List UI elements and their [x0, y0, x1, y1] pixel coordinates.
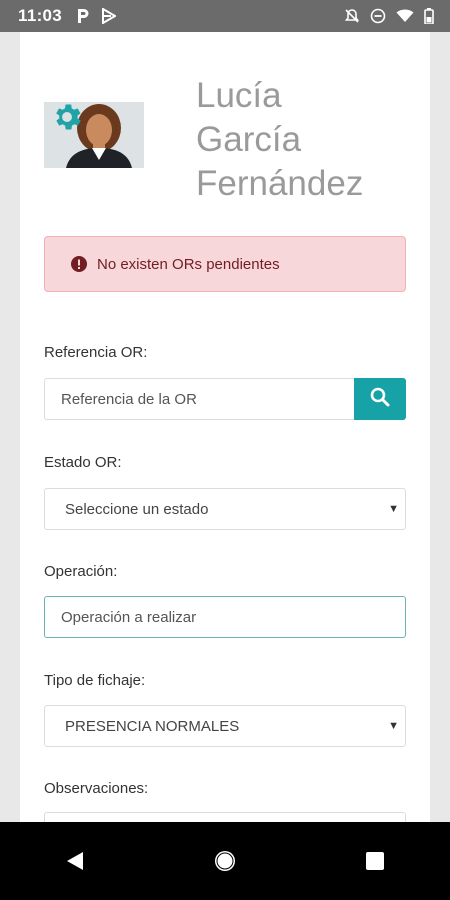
tipo-fichaje-value: PRESENCIA NORMALES: [65, 717, 240, 735]
search-icon: [370, 387, 390, 412]
estado-label: Estado OR:: [44, 454, 122, 471]
tipo-fichaje-label: Tipo de fichaje:: [44, 672, 146, 689]
settings-gear-icon[interactable]: [50, 100, 84, 134]
name-line-2: García: [196, 120, 302, 159]
recents-button[interactable]: [355, 841, 395, 881]
do-not-disturb-icon: [370, 8, 386, 24]
navigation-bar: [0, 822, 450, 900]
referencia-search-group: Referencia de la OR: [44, 378, 406, 420]
name-line-1: Lucía: [196, 76, 282, 115]
recents-square-icon: [366, 852, 384, 870]
back-button[interactable]: [55, 841, 95, 881]
wifi-icon: [396, 9, 414, 23]
observaciones-label: Observaciones:: [44, 780, 149, 797]
notifications-off-icon: [344, 8, 360, 24]
observaciones-textarea[interactable]: [44, 812, 406, 822]
search-button[interactable]: [354, 378, 406, 420]
status-bar: 11:03: [0, 0, 450, 32]
parking-icon: [76, 8, 90, 24]
alert-message: No existen ORs pendientes: [97, 255, 280, 273]
estado-select-value: Seleccione un estado: [65, 500, 209, 518]
play-store-icon: [102, 8, 117, 24]
home-button[interactable]: [205, 841, 245, 881]
operacion-label: Operación:: [44, 563, 118, 580]
chevron-down-icon: ▼: [388, 503, 399, 515]
back-triangle-icon: [67, 852, 83, 870]
app-content: Lucía García Fernández No existen ORs pe…: [20, 32, 430, 822]
status-time: 11:03: [18, 6, 63, 25]
referencia-label: Referencia OR:: [44, 344, 148, 361]
exclamation-circle-icon: [71, 256, 87, 272]
tipo-fichaje-select[interactable]: PRESENCIA NORMALES ▼: [44, 705, 406, 747]
alert-banner: No existen ORs pendientes: [44, 236, 406, 292]
chevron-down-icon: ▼: [388, 720, 399, 732]
operacion-input[interactable]: Operación a realizar: [44, 596, 406, 638]
estado-select[interactable]: Seleccione un estado ▼: [44, 488, 406, 530]
profile-photo[interactable]: [44, 102, 144, 168]
user-full-name: Lucía García Fernández: [196, 74, 426, 206]
name-line-3: Fernández: [196, 164, 364, 203]
battery-icon: [424, 8, 434, 24]
referencia-input[interactable]: Referencia de la OR: [44, 378, 355, 420]
home-circle-icon: [215, 851, 235, 871]
